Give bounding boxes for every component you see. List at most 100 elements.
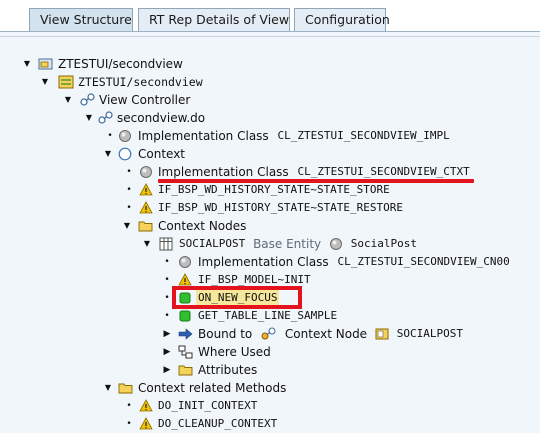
node-label: secondview.do bbox=[117, 111, 206, 125]
bullet-icon: • bbox=[164, 293, 170, 303]
node-label: Implementation Class bbox=[138, 129, 269, 143]
tree-node-method[interactable]: • DO_CLEANUP_CONTEXT bbox=[0, 415, 540, 433]
expand-icon[interactable]: ▼ bbox=[142, 235, 152, 253]
node-label: ZTESTUI/secondview bbox=[58, 57, 183, 71]
method-name: IF_BSP_WD_HISTORY_STATE~STATE_STORE bbox=[158, 183, 390, 196]
tree-node-cn-impl-class[interactable]: • Implementation Class CL_ZTESTUI_SECOND… bbox=[0, 253, 540, 271]
chevron-right-icon[interactable]: ▶ bbox=[162, 361, 172, 379]
tree-node-method[interactable]: • IF_BSP_WD_HISTORY_STATE~STATE_RESTORE bbox=[0, 199, 540, 217]
node-label: Attributes bbox=[198, 363, 258, 377]
warning-triangle-icon bbox=[139, 417, 153, 431]
bullet-icon: • bbox=[126, 185, 132, 195]
tree-node-context-nodes[interactable]: ▼ Context Nodes bbox=[0, 217, 540, 235]
tree-node-root[interactable]: ▼ ZTESTUI/secondview bbox=[0, 55, 540, 73]
node-label: Implementation Class bbox=[198, 255, 329, 269]
tree-node-context-methods[interactable]: ▼ Context related Methods bbox=[0, 379, 540, 397]
expand-icon[interactable]: ▼ bbox=[103, 145, 113, 163]
warning-triangle-icon bbox=[139, 183, 153, 197]
structure-icon bbox=[375, 325, 389, 340]
tab-view-structure[interactable]: View Structure bbox=[29, 8, 133, 32]
bullet-icon: • bbox=[126, 419, 132, 429]
class-name: CL_ZTESTUI_SECONDVIEW_CN00 bbox=[337, 255, 510, 268]
base-entity-label: Base Entity bbox=[253, 237, 322, 251]
bullet-icon: • bbox=[126, 167, 132, 177]
green-square-icon bbox=[178, 309, 192, 323]
bullet-icon: • bbox=[164, 311, 170, 321]
bullet-icon: • bbox=[126, 401, 132, 411]
node-text: SOCIALPOST Base Entity SocialPost bbox=[179, 235, 417, 253]
tree-node-bound-to[interactable]: ▶ Bound to Context Node SOCIALPOST bbox=[0, 325, 540, 343]
where-used-icon bbox=[178, 345, 193, 359]
tab-configuration[interactable]: Configuration bbox=[294, 8, 390, 32]
base-entity-name: SocialPost bbox=[350, 237, 418, 250]
red-box-annotation bbox=[172, 286, 302, 309]
controller-icon bbox=[80, 93, 95, 107]
tab-label: Configuration bbox=[305, 12, 390, 27]
expand-icon[interactable]: ▼ bbox=[63, 91, 73, 109]
bullet-icon: • bbox=[107, 131, 113, 141]
node-label: ZTESTUI/secondview bbox=[78, 75, 203, 89]
context-node-label: Context Node bbox=[284, 327, 368, 341]
method-name: DO_INIT_CONTEXT bbox=[158, 399, 258, 412]
expand-icon[interactable]: ▼ bbox=[103, 379, 113, 397]
tree-node-view-controller[interactable]: ▼ View Controller bbox=[0, 91, 540, 109]
tree-node-socialpost[interactable]: ▼ SOCIALPOST Base Entity SocialPost bbox=[0, 235, 540, 253]
class-circle-icon bbox=[118, 129, 132, 143]
tree-node-method[interactable]: • IF_BSP_WD_HISTORY_STATE~STATE_STORE bbox=[0, 181, 540, 199]
tree-root-icon bbox=[38, 57, 53, 71]
blue-arrow-icon bbox=[178, 327, 193, 341]
tab-label: View Structure bbox=[40, 12, 132, 27]
bullet-icon: • bbox=[126, 203, 132, 213]
warning-triangle-icon bbox=[139, 399, 153, 413]
tree-node-view[interactable]: ▼ ZTESTUI/secondview bbox=[0, 73, 540, 91]
node-text: Implementation Class CL_ZTESTUI_SECONDVI… bbox=[198, 253, 510, 271]
chevron-right-icon[interactable]: ▶ bbox=[162, 343, 172, 361]
tree-node-method[interactable]: • DO_INIT_CONTEXT bbox=[0, 397, 540, 415]
bullet-icon: • bbox=[164, 257, 170, 267]
class-circle-icon bbox=[329, 235, 343, 250]
view-icon bbox=[58, 75, 74, 89]
expand-icon[interactable]: ▼ bbox=[40, 73, 50, 91]
tab-bar: View Structure RT Rep Details of View Co… bbox=[0, 0, 540, 32]
class-circle-icon bbox=[139, 165, 153, 179]
tab-label: RT Rep Details of View bbox=[149, 12, 290, 27]
node-label: Bound to bbox=[198, 327, 253, 341]
node-label: Context related Methods bbox=[138, 381, 287, 395]
warning-triangle-icon bbox=[178, 273, 192, 287]
controller-icon bbox=[98, 111, 113, 125]
tree-node-where-used[interactable]: ▶ Where Used bbox=[0, 343, 540, 361]
red-underline-annotation bbox=[158, 179, 474, 183]
folder-open-icon bbox=[118, 381, 133, 395]
node-text: Implementation Class CL_ZTESTUI_SECONDVI… bbox=[138, 127, 450, 145]
node-label: View Controller bbox=[99, 93, 191, 107]
bullet-icon: • bbox=[164, 275, 170, 285]
context-node-icon bbox=[261, 325, 277, 340]
expand-icon[interactable]: ▼ bbox=[22, 55, 32, 73]
node-text: Bound to Context Node SOCIALPOST bbox=[198, 325, 463, 343]
context-node-name: SOCIALPOST bbox=[396, 327, 463, 340]
class-circle-icon bbox=[178, 255, 192, 269]
node-label: Context bbox=[138, 147, 186, 161]
tree-node-secondview-do[interactable]: ▼ secondview.do bbox=[0, 109, 540, 127]
method-name: IF_BSP_WD_HISTORY_STATE~STATE_RESTORE bbox=[158, 201, 404, 214]
context-circle-icon bbox=[118, 147, 132, 161]
tree-node-context[interactable]: ▼ Context bbox=[0, 145, 540, 163]
warning-triangle-icon bbox=[139, 201, 153, 215]
expand-icon[interactable]: ▼ bbox=[122, 217, 132, 235]
folder-open-icon bbox=[138, 219, 153, 233]
view-structure-tree: ▼ ZTESTUI/secondview ▼ ZTESTUI/secondvie… bbox=[0, 36, 540, 433]
tree-node-method[interactable]: • GET_TABLE_LINE_SAMPLE bbox=[0, 307, 540, 325]
chevron-right-icon[interactable]: ▶ bbox=[162, 325, 172, 343]
expand-icon[interactable]: ▼ bbox=[84, 109, 94, 127]
method-name: DO_CLEANUP_CONTEXT bbox=[158, 417, 278, 430]
method-name: GET_TABLE_LINE_SAMPLE bbox=[198, 309, 338, 322]
tab-rt-rep-details[interactable]: RT Rep Details of View bbox=[138, 8, 290, 32]
tree-node-impl-class[interactable]: • Implementation Class CL_ZTESTUI_SECOND… bbox=[0, 127, 540, 145]
context-node-name: SOCIALPOST bbox=[179, 237, 246, 250]
folder-icon bbox=[178, 363, 193, 377]
tab-divider bbox=[0, 31, 540, 32]
node-label: Context Nodes bbox=[158, 219, 247, 233]
table-icon bbox=[159, 237, 173, 251]
tree-node-attributes[interactable]: ▶ Attributes bbox=[0, 361, 540, 379]
class-name: CL_ZTESTUI_SECONDVIEW_IMPL bbox=[277, 129, 450, 142]
